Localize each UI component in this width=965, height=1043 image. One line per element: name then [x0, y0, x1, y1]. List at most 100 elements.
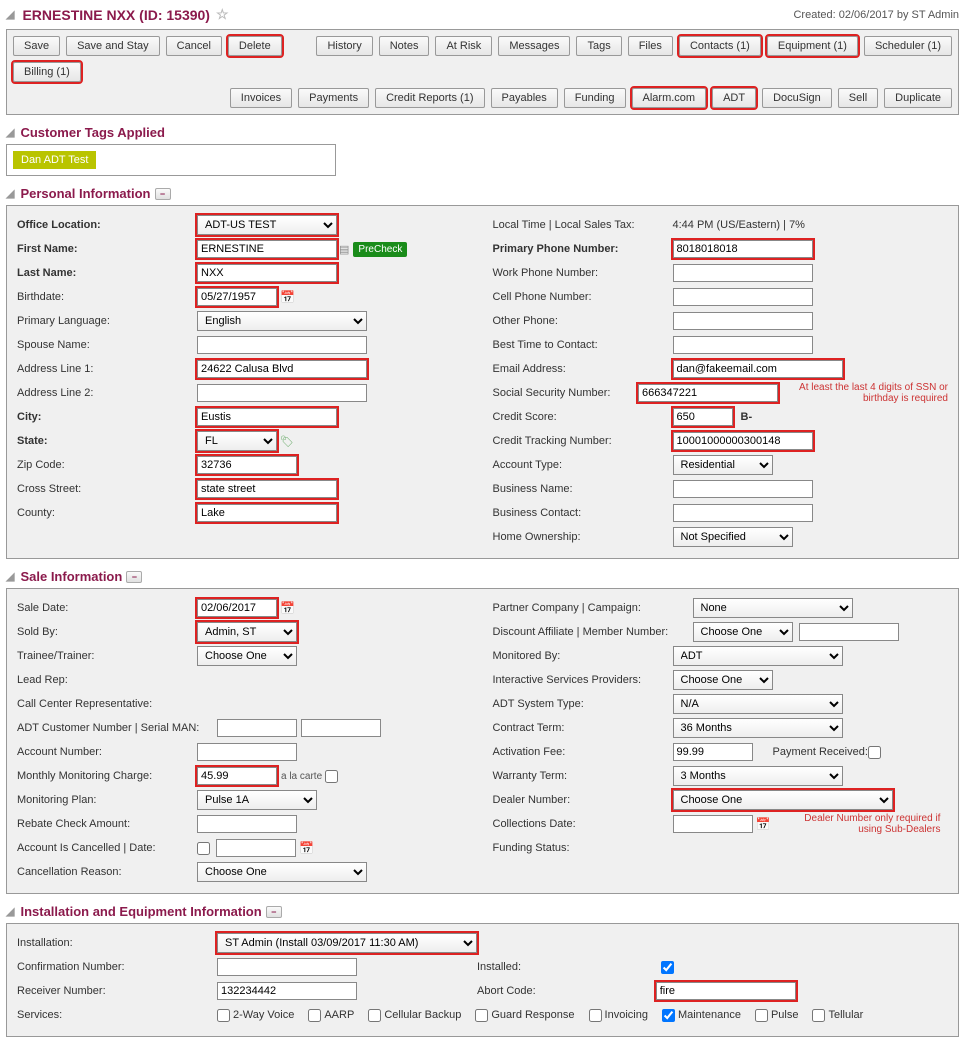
- credit-reports-1--button[interactable]: Credit Reports (1): [375, 88, 484, 108]
- contract-term-select[interactable]: 36 Months: [673, 718, 843, 738]
- business-contact-input[interactable]: [673, 504, 813, 522]
- trainee-select[interactable]: Choose One: [197, 646, 297, 666]
- rebate-input[interactable]: [197, 815, 297, 833]
- discount-select[interactable]: Choose One: [693, 622, 793, 642]
- dealer-select[interactable]: Choose One: [673, 790, 893, 810]
- calendar-icon[interactable]: 📅: [280, 290, 295, 304]
- mmc-input[interactable]: [197, 767, 277, 785]
- cancelled-checkbox[interactable]: [197, 842, 210, 855]
- account-type-select[interactable]: Residential: [673, 455, 773, 475]
- service-checkbox[interactable]: [589, 1009, 602, 1022]
- delete-button[interactable]: Delete: [228, 36, 282, 56]
- service-checkbox[interactable]: [308, 1009, 321, 1022]
- service-guard-response[interactable]: Guard Response: [475, 1009, 574, 1022]
- monitored-by-select[interactable]: ADT: [673, 646, 843, 666]
- addr1-input[interactable]: [197, 360, 367, 378]
- email-input[interactable]: [673, 360, 843, 378]
- messages-button[interactable]: Messages: [498, 36, 570, 56]
- state-select[interactable]: FL: [197, 431, 277, 451]
- duplicate-button[interactable]: Duplicate: [884, 88, 952, 108]
- service-2-way-voice[interactable]: 2-Way Voice: [217, 1009, 294, 1022]
- cross-input[interactable]: [197, 480, 337, 498]
- monitoring-plan-select[interactable]: Pulse 1A: [197, 790, 317, 810]
- cancel-reason-select[interactable]: Choose One: [197, 862, 367, 882]
- county-input[interactable]: [197, 504, 337, 522]
- tags-button[interactable]: Tags: [576, 36, 621, 56]
- account-number-input[interactable]: [197, 743, 297, 761]
- collapse-button[interactable]: −: [155, 188, 171, 200]
- scheduler-1--button[interactable]: Scheduler (1): [864, 36, 952, 56]
- work-phone-input[interactable]: [673, 264, 813, 282]
- office-select[interactable]: ADT-US TEST: [197, 215, 337, 235]
- abort-code-input[interactable]: [656, 982, 796, 1000]
- customer-tag[interactable]: Dan ADT Test: [13, 151, 96, 169]
- birthdate-input[interactable]: [197, 288, 277, 306]
- cell-phone-input[interactable]: [673, 288, 813, 306]
- other-phone-input[interactable]: [673, 312, 813, 330]
- credit-tracking-input[interactable]: [673, 432, 813, 450]
- service-maintenance[interactable]: Maintenance: [662, 1009, 741, 1022]
- installed-checkbox[interactable]: [661, 961, 674, 974]
- precheck-button[interactable]: PreCheck: [353, 242, 407, 257]
- save-button[interactable]: Save: [13, 36, 60, 56]
- files-button[interactable]: Files: [628, 36, 673, 56]
- adt-cust-input[interactable]: [217, 719, 297, 737]
- service-pulse[interactable]: Pulse: [755, 1009, 799, 1022]
- calendar-icon[interactable]: 📅: [280, 601, 295, 615]
- payables-button[interactable]: Payables: [491, 88, 558, 108]
- receiver-input[interactable]: [217, 982, 357, 1000]
- calendar-icon[interactable]: 📅: [756, 817, 771, 831]
- partner-select[interactable]: None: [693, 598, 853, 618]
- funding-button[interactable]: Funding: [564, 88, 626, 108]
- favorite-star-icon[interactable]: ☆: [216, 6, 229, 23]
- member-number-input[interactable]: [799, 623, 899, 641]
- warranty-term-select[interactable]: 3 Months: [673, 766, 843, 786]
- home-ownership-select[interactable]: Not Specified: [673, 527, 793, 547]
- credit-score-input[interactable]: [673, 408, 733, 426]
- adt-button[interactable]: ADT: [712, 88, 756, 108]
- spouse-input[interactable]: [197, 336, 367, 354]
- alarm-com-button[interactable]: Alarm.com: [632, 88, 707, 108]
- notes-button[interactable]: Notes: [379, 36, 430, 56]
- serial-man-input[interactable]: [301, 719, 381, 737]
- zip-input[interactable]: [197, 456, 297, 474]
- last-name-input[interactable]: [197, 264, 337, 282]
- isp-select[interactable]: Choose One: [673, 670, 773, 690]
- business-name-input[interactable]: [673, 480, 813, 498]
- contact-card-icon[interactable]: ▤: [339, 243, 349, 256]
- at-risk-button[interactable]: At Risk: [435, 36, 492, 56]
- ssn-input[interactable]: [638, 384, 778, 402]
- language-select[interactable]: English: [197, 311, 367, 331]
- addr2-input[interactable]: [197, 384, 367, 402]
- cancel-button[interactable]: Cancel: [166, 36, 222, 56]
- billing-1--button[interactable]: Billing (1): [13, 62, 81, 82]
- confirmation-input[interactable]: [217, 958, 357, 976]
- soldby-select[interactable]: Admin, ST: [197, 622, 297, 642]
- service-checkbox[interactable]: [812, 1009, 825, 1022]
- best-time-input[interactable]: [673, 336, 813, 354]
- service-checkbox[interactable]: [475, 1009, 488, 1022]
- sale-date-input[interactable]: [197, 599, 277, 617]
- map-icon[interactable]: 🏷: [280, 435, 294, 448]
- save-and-stay-button[interactable]: Save and Stay: [66, 36, 160, 56]
- city-input[interactable]: [197, 408, 337, 426]
- system-type-select[interactable]: N/A: [673, 694, 843, 714]
- equipment-1--button[interactable]: Equipment (1): [767, 36, 858, 56]
- alacarte-checkbox[interactable]: [325, 770, 338, 783]
- installation-select[interactable]: ST Admin (Install 03/09/2017 11:30 AM): [217, 933, 477, 953]
- collections-date-input[interactable]: [673, 815, 753, 833]
- service-cellular-backup[interactable]: Cellular Backup: [368, 1009, 461, 1022]
- collapse-button[interactable]: −: [126, 571, 142, 583]
- primary-phone-input[interactable]: [673, 240, 813, 258]
- calendar-icon[interactable]: 📅: [299, 841, 314, 855]
- first-name-input[interactable]: [197, 240, 337, 258]
- activation-fee-input[interactable]: [673, 743, 753, 761]
- history-button[interactable]: History: [316, 36, 372, 56]
- service-checkbox[interactable]: [755, 1009, 768, 1022]
- service-checkbox[interactable]: [662, 1009, 675, 1022]
- cancel-date-input[interactable]: [216, 839, 296, 857]
- collapse-button[interactable]: −: [266, 906, 282, 918]
- service-tellular[interactable]: Tellular: [812, 1009, 863, 1022]
- service-invoicing[interactable]: Invoicing: [589, 1009, 648, 1022]
- docusign-button[interactable]: DocuSign: [762, 88, 832, 108]
